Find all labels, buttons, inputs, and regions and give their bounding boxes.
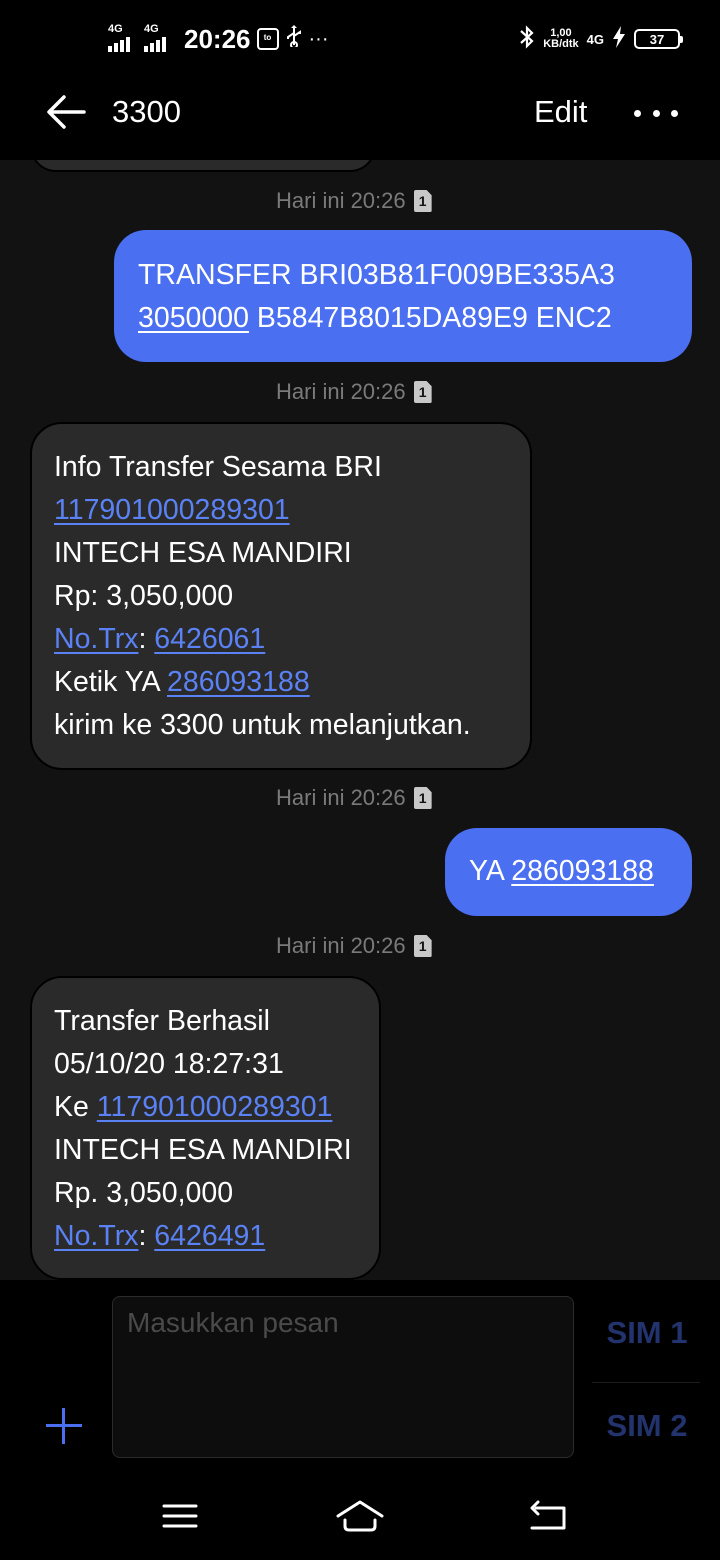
sim-card-icon: 1 <box>413 935 432 957</box>
message-timestamp: Hari ini 20:26 1 <box>276 188 432 214</box>
network-type: 4G <box>586 31 604 47</box>
confirmation-code-link[interactable]: 286093188 <box>511 855 654 887</box>
status-bar: 4G 4G 20:26 ᵗᵒ ··· 1,00 KB/dtk 4G 37 <box>0 0 720 76</box>
back-arrow-icon[interactable] <box>44 92 90 132</box>
battery-icon: 37 <box>634 29 683 49</box>
more-notifications-icon: ··· <box>308 27 329 50</box>
message-timestamp: Hari ini 20:26 1 <box>276 379 432 405</box>
incoming-message-bubble[interactable]: Info Transfer Sesama BRI 117901000289301… <box>30 422 532 770</box>
outgoing-message-bubble[interactable]: YA 286093188 <box>445 828 692 916</box>
home-icon[interactable] <box>334 1492 386 1540</box>
status-left: 4G 4G 20:26 ᵗᵒ ··· <box>108 22 328 56</box>
trx-number-link[interactable]: 6426061 <box>154 623 265 655</box>
network-label: 4G <box>144 23 159 35</box>
sim-card-icon: 1 <box>413 381 432 403</box>
message-composer: SIM 1 SIM 2 <box>0 1280 720 1470</box>
trx-number-link[interactable]: 6426491 <box>154 1220 265 1252</box>
system-nav-bar <box>0 1470 720 1560</box>
menu-lines-icon[interactable] <box>160 1492 200 1540</box>
incoming-message-bubble[interactable]: Transfer Berhasil 05/10/20 18:27:31 Ke 1… <box>30 976 381 1280</box>
bluetooth-icon <box>519 24 535 54</box>
account-number-link[interactable]: 117901000289301 <box>97 1091 333 1123</box>
account-number-link[interactable]: 117901000289301 <box>54 494 290 526</box>
conversation-thread[interactable]: Hari ini 20:26 1 TRANSFER BRI03B81F009BE… <box>0 160 720 1280</box>
return-icon[interactable] <box>526 1492 570 1540</box>
message-timestamp: Hari ini 20:26 1 <box>276 785 432 811</box>
status-time: 20:26 <box>184 23 251 54</box>
send-sim2-button[interactable]: SIM 2 <box>596 1395 698 1457</box>
plus-icon[interactable] <box>46 1408 82 1444</box>
amount-link[interactable]: 3050000 <box>138 302 249 334</box>
usb-icon <box>285 25 303 53</box>
trx-label-link[interactable]: No.Trx <box>54 623 138 655</box>
confirmation-code-link[interactable]: 286093188 <box>167 666 310 698</box>
edit-button[interactable]: Edit <box>534 94 587 130</box>
status-right: 1,00 KB/dtk 4G 37 <box>519 24 683 54</box>
signal-icon: 4G <box>144 23 174 52</box>
sim-divider <box>592 1382 700 1383</box>
signal-icon: 4G <box>108 23 138 52</box>
message-timestamp: Hari ini 20:26 1 <box>276 933 432 959</box>
network-label: 4G <box>108 23 123 35</box>
previous-message-bubble[interactable] <box>30 160 376 172</box>
message-input[interactable] <box>112 1296 574 1458</box>
sim-card-icon: 1 <box>413 787 432 809</box>
send-sim1-button[interactable]: SIM 1 <box>596 1302 698 1364</box>
app-header: 3300 Edit <box>0 76 720 160</box>
sim-card-icon: 1 <box>413 190 432 212</box>
outgoing-message-bubble[interactable]: TRANSFER BRI03B81F009BE335A3 3050000 B58… <box>114 230 692 362</box>
app-notification-icon: ᵗᵒ <box>256 28 279 50</box>
more-options-icon[interactable] <box>634 98 678 128</box>
battery-level: 37 <box>649 31 665 47</box>
trx-label-link[interactable]: No.Trx <box>54 1220 138 1252</box>
contact-title: 3300 <box>112 94 181 129</box>
charging-icon <box>612 25 626 53</box>
network-speed: 1,00 KB/dtk <box>543 27 579 50</box>
